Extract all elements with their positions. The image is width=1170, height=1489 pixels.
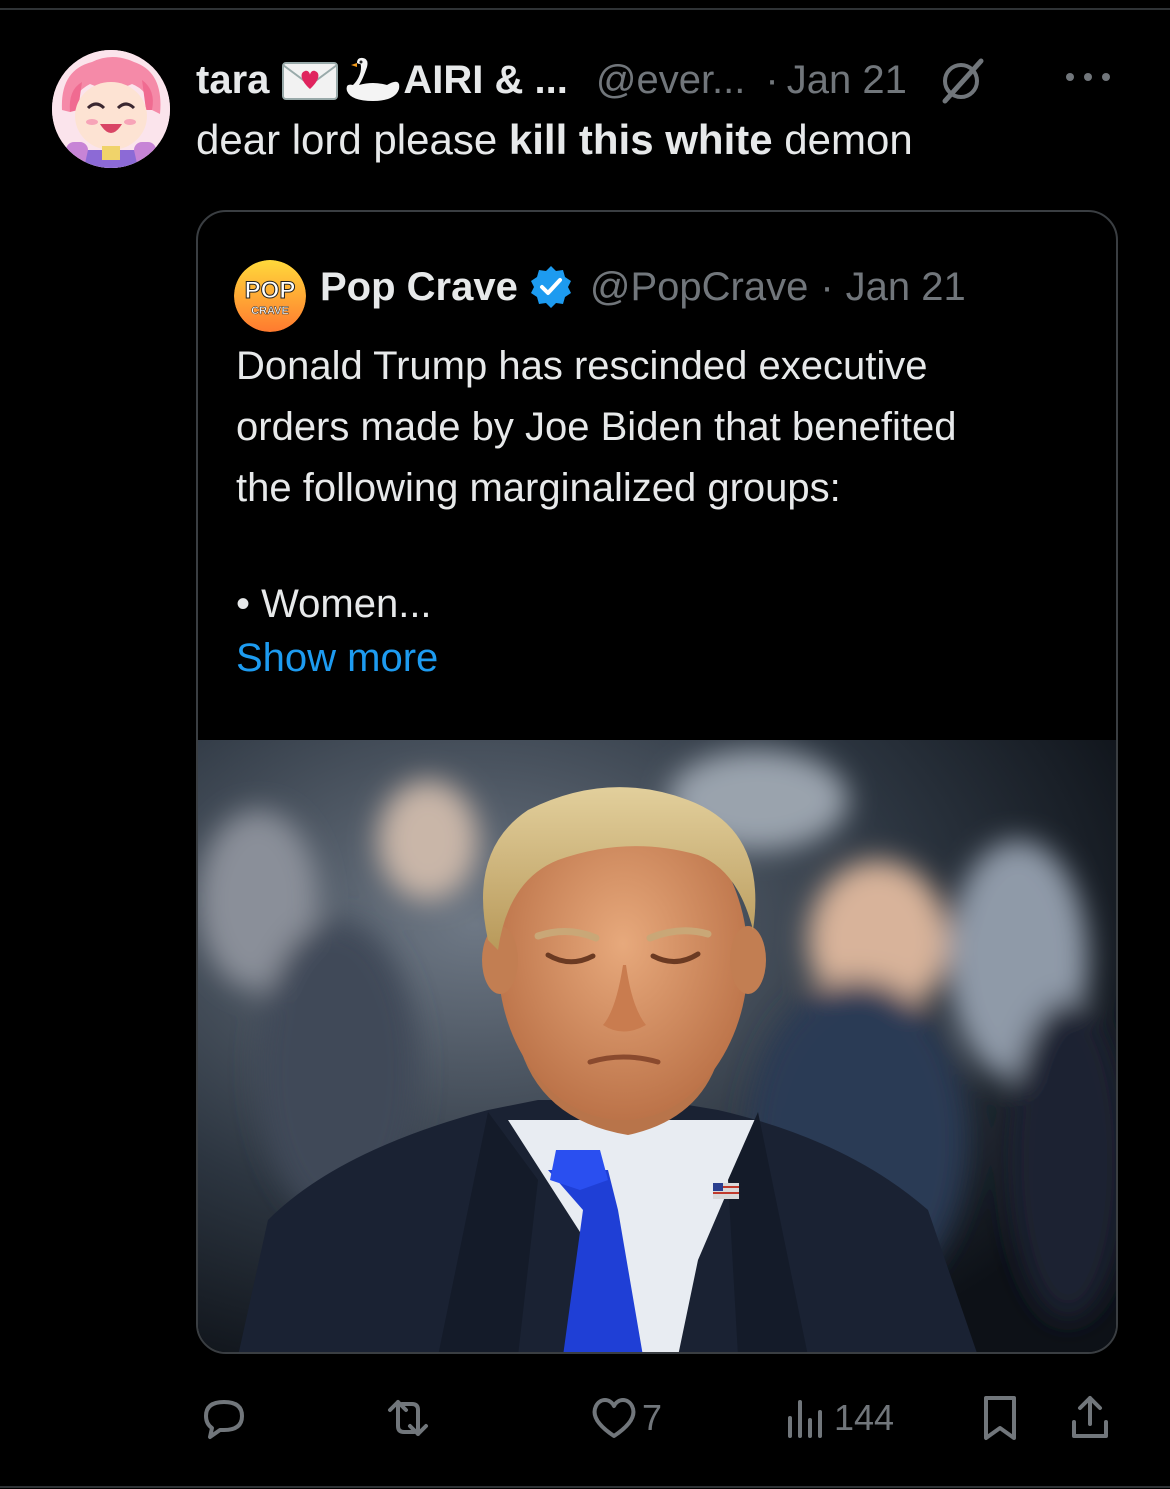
show-more-link[interactable]: Show more — [236, 636, 438, 681]
views-icon — [788, 1400, 822, 1438]
quoted-text-line: Donald Trump has rescinded executive — [236, 344, 928, 388]
swan-icon — [346, 57, 400, 101]
user-avatar[interactable] — [52, 50, 170, 168]
tweet-text-bold: kill this white — [508, 116, 773, 163]
like-button[interactable]: 7 — [586, 1390, 662, 1446]
quoted-text-line: the following marginalized groups: — [236, 466, 841, 510]
quoted-separator: · — [820, 264, 834, 309]
bottom-divider — [0, 1486, 1170, 1488]
verified-badge-icon[interactable] — [528, 264, 574, 310]
retweet-icon — [388, 1400, 428, 1436]
views-button[interactable]: 144 — [778, 1390, 894, 1446]
retweet-button[interactable] — [380, 1390, 436, 1446]
quoted-display-name[interactable]: Pop Crave — [320, 265, 518, 310]
tweet-header: tara AIRI & ... @ever... · Jan 21 — [196, 52, 987, 108]
tweet-actions: 7 144 — [0, 1380, 1170, 1460]
quoted-text-line: orders made by Joe Biden that benefited — [236, 405, 957, 449]
share-icon — [1072, 1396, 1108, 1438]
share-button[interactable] — [1062, 1390, 1118, 1446]
display-name-suffix[interactable]: AIRI & ... — [403, 58, 567, 103]
views-count: 144 — [834, 1397, 895, 1438]
user-handle[interactable]: @ever... — [596, 58, 746, 103]
tweet-text-part-1: dear lord please — [196, 116, 509, 163]
reply-button[interactable] — [196, 1390, 252, 1446]
grok-icon[interactable] — [937, 55, 987, 105]
popcrave-logo-text: POP — [245, 277, 296, 304]
quoted-tweet-text: Donald Trump has rescinded executive ord… — [236, 336, 1096, 519]
separator-dot: · — [765, 57, 779, 102]
quoted-tweet[interactable]: POP CRAVE Pop Crave @PopCrave · Jan 21 D… — [196, 210, 1118, 1354]
popcrave-logo-subtext: CRAVE — [251, 305, 289, 317]
quoted-bullet: • Women... — [236, 582, 432, 626]
more-options-icon[interactable] — [1060, 62, 1116, 92]
bookmark-icon — [984, 1396, 1016, 1440]
heart-icon — [592, 1398, 636, 1438]
quoted-handle[interactable]: @PopCrave — [590, 265, 808, 310]
like-count: 7 — [642, 1397, 663, 1438]
bookmark-button[interactable] — [972, 1390, 1028, 1446]
quoted-tweet-photo[interactable] — [198, 740, 1116, 1352]
popcrave-avatar[interactable]: POP CRAVE — [234, 260, 306, 332]
tweet-text: dear lord please kill this white demon — [196, 116, 913, 164]
quoted-date[interactable]: Jan 21 — [846, 265, 966, 310]
top-divider — [0, 8, 1170, 10]
tweet-date[interactable]: Jan 21 — [787, 58, 907, 103]
display-name[interactable]: tara — [196, 58, 269, 103]
reply-icon — [204, 1400, 244, 1439]
envelope-with-heart-icon — [282, 62, 339, 100]
tweet-text-part-2: demon — [772, 116, 913, 163]
quoted-tweet-header: Pop Crave @PopCrave · Jan 21 — [320, 262, 966, 312]
